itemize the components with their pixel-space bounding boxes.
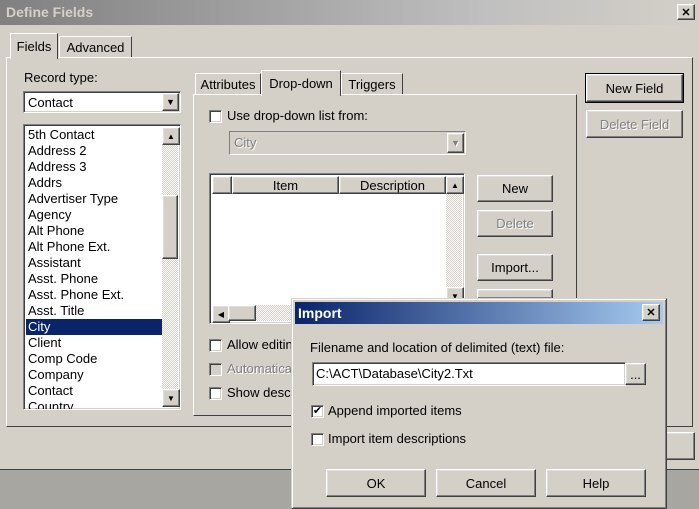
list-item[interactable]: City [26,319,162,335]
list-item[interactable]: Advertiser Type [26,191,162,207]
descriptions-label: Import item descriptions [328,431,466,446]
main-title: Define Fields [6,4,94,20]
allow-editing-label: Allow editin [227,337,293,352]
chevron-down-icon[interactable]: ▼ [162,93,179,111]
import-titlebar: Import ✕ [295,302,663,324]
ok-button[interactable]: OK [326,469,426,497]
import-title: Import [298,305,342,321]
record-type-combo[interactable]: Contact ▼ [23,91,181,113]
automatic-label: Automatica [227,361,293,376]
allow-editing-checkbox[interactable] [209,339,222,352]
descriptions-checkbox[interactable] [311,433,324,446]
list-item[interactable]: Address 2 [26,143,162,159]
list-item[interactable]: Alt Phone Ext. [26,239,162,255]
close-icon: ✕ [646,307,656,319]
new-field-button[interactable]: New Field [585,73,684,103]
main-close-button[interactable]: ✕ [677,4,695,20]
record-type-label: Record type: [24,70,98,85]
column-header-blank [212,176,232,194]
automatic-checkbox[interactable] [209,363,222,376]
list-item[interactable]: Alt Phone [26,223,162,239]
scroll-thumb[interactable] [162,195,178,259]
close-icon: ✕ [681,6,691,19]
help-button[interactable]: Help [546,469,646,497]
use-list-combo[interactable]: City ▼ [229,131,466,155]
list-item[interactable]: Client [26,335,162,351]
import-button[interactable]: Import... [477,254,553,281]
list-item[interactable]: Addrs [26,175,162,191]
use-list-checkbox[interactable] [209,110,222,123]
browse-button[interactable]: ... [625,363,646,385]
tab-fields[interactable]: Fields [10,33,58,59]
list-item[interactable]: Asst. Phone [26,271,162,287]
list-item[interactable]: Country [26,399,162,409]
list-item[interactable]: Contact [26,383,162,399]
list-item[interactable]: Address 3 [26,159,162,175]
delete-item-button[interactable]: Delete [477,210,553,237]
fields-scrollbar[interactable]: ▲ ▼ [162,127,180,407]
items-vscrollbar[interactable]: ▲ ▼ [446,176,464,305]
list-item[interactable]: Asst. Title [26,303,162,319]
list-item[interactable]: Comp Code [26,351,162,367]
list-item[interactable]: 5th Contact [26,127,162,143]
scroll-down-icon[interactable]: ▼ [162,389,180,407]
cancel-button[interactable]: Cancel [436,469,536,497]
chevron-down-icon[interactable]: ▼ [447,133,464,153]
tab-drop-down[interactable]: Drop-down [261,70,341,96]
import-dialog: Import ✕ Filename and location of delimi… [291,298,667,509]
append-label: Append imported items [328,403,462,418]
import-close-button[interactable]: ✕ [642,304,660,321]
list-item[interactable]: Agency [26,207,162,223]
scroll-up-icon[interactable]: ▲ [446,176,464,194]
tab-triggers[interactable]: Triggers [341,73,403,94]
file-label: Filename and location of delimited (text… [310,340,565,355]
list-item[interactable]: Company [26,367,162,383]
show-description-checkbox[interactable] [209,387,222,400]
append-checkbox[interactable]: ✔ [311,405,324,418]
checkmark-icon: ✔ [312,405,323,417]
column-header-item[interactable]: Item [232,176,339,194]
new-item-button[interactable]: New [477,175,553,202]
use-list-label: Use drop-down list from: [227,108,368,123]
column-header-description[interactable]: Description [339,176,446,194]
tab-attributes[interactable]: Attributes [195,73,261,94]
hscroll-thumb[interactable] [228,305,256,321]
fields-listbox[interactable]: 5th Contact Address 2 Address 3 Addrs Advert… [23,124,181,410]
file-input[interactable]: C:\ACT\Database\City2.Txt [312,362,626,386]
main-titlebar: Define Fields ✕ [0,0,699,25]
show-description-label: Show desc [227,385,291,400]
list-item[interactable]: Assistant [26,255,162,271]
delete-field-button[interactable]: Delete Field [586,110,683,138]
scroll-up-icon[interactable]: ▲ [162,127,180,145]
tab-advanced[interactable]: Advanced [59,36,132,57]
list-item[interactable]: Asst. Phone Ext. [26,287,162,303]
